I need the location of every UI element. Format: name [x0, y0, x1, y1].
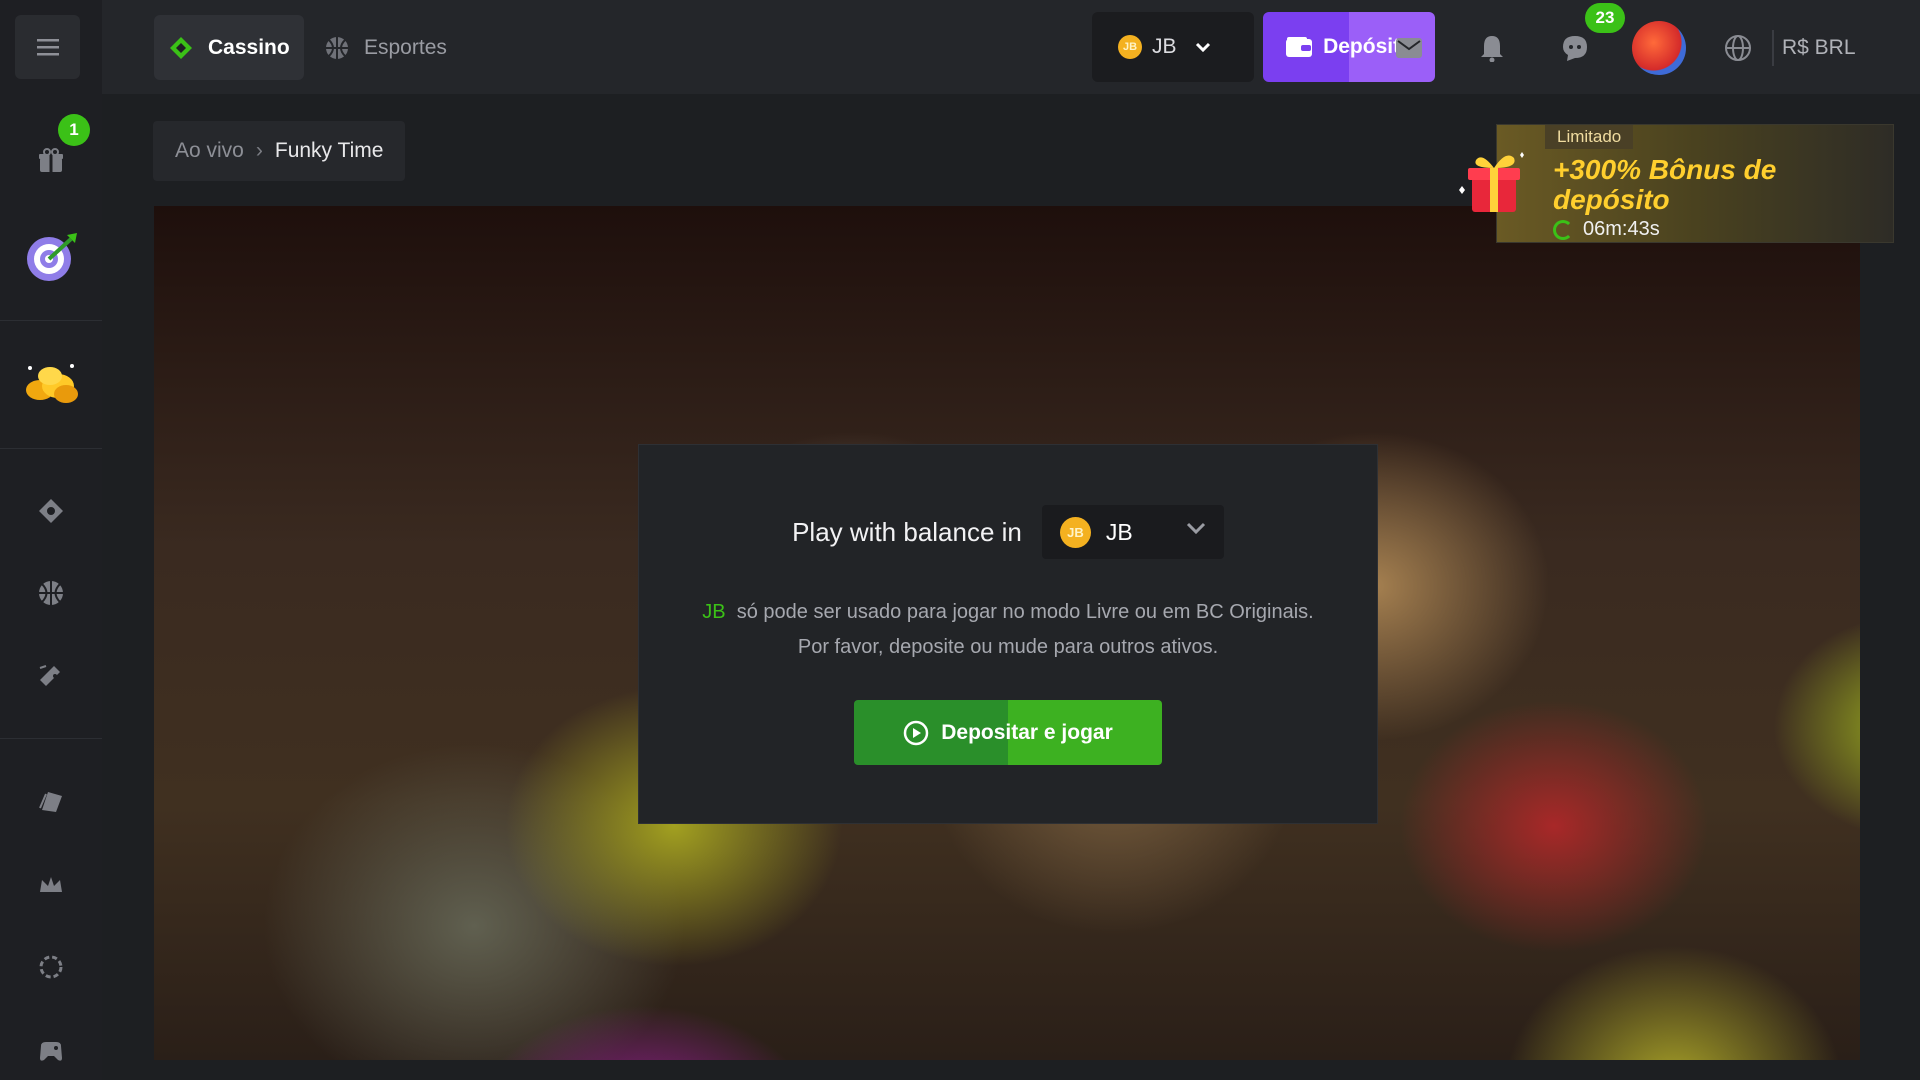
gift-icon [39, 148, 63, 172]
chevron-down-icon [1186, 522, 1205, 534]
promo-title: +300% Bônus de depósito [1553, 154, 1777, 215]
sidebar-item-casino[interactable] [0, 486, 102, 536]
wallet-icon [1286, 37, 1313, 57]
ticket-icon [39, 665, 60, 686]
breadcrumb-current: Funky Time [274, 139, 384, 162]
play-icon [903, 720, 929, 745]
sidebar-item-lottery[interactable] [0, 650, 102, 700]
sports-icon [39, 581, 63, 605]
bell-icon [1481, 36, 1503, 62]
currency-display[interactable]: R$ BRL [1772, 30, 1856, 66]
topbar: Cassino Esportes JB JB Depósito 23 R$ BR… [102, 0, 1920, 94]
sports-tab-icon [326, 36, 348, 59]
gift-box-icon [1459, 152, 1524, 212]
tab-casino-label: Cassino [208, 35, 290, 59]
target-icon [27, 233, 77, 281]
sidebar-item-target[interactable] [0, 220, 102, 294]
crown-icon [40, 877, 62, 892]
bonus-count-badge: 1 [58, 114, 90, 146]
breadcrumb-separator-icon: › [255, 139, 263, 162]
deposit-and-play-button[interactable]: Depositar e jogar [854, 700, 1162, 765]
hamburger-icon [36, 39, 59, 56]
deposit-and-play-label: Depositar e jogar [941, 720, 1113, 744]
promo-timer-value: 06m:43s [1583, 218, 1660, 240]
promo-timer: 06m:43s [1553, 218, 1660, 241]
casino-icon [39, 499, 63, 523]
breadcrumb-live-link[interactable]: Ao vivo [175, 139, 244, 163]
chat-count-badge: 23 [1585, 3, 1625, 33]
notice-text: só pode ser usado para jogar no modo Liv… [736, 601, 1314, 658]
settings-icon [39, 955, 63, 979]
tab-sports-label: Esportes [364, 35, 447, 59]
sidebar-item-vip[interactable] [0, 860, 102, 910]
card-icon [39, 792, 62, 812]
modal-heading: Play with balance in [792, 516, 1022, 547]
sidebar: 1 [0, 0, 102, 1080]
mail-button[interactable] [1389, 28, 1429, 68]
sidebar-item-promotions[interactable] [0, 776, 102, 826]
menu-button[interactable] [15, 15, 80, 79]
language-button[interactable] [1718, 28, 1758, 68]
sidebar-item-games[interactable] [0, 1026, 102, 1076]
sidebar-item-bonus[interactable] [0, 136, 102, 186]
modal-notice: JB só pode ser usado para jogar no modo … [689, 595, 1327, 665]
sidebar-item-sports[interactable] [0, 568, 102, 618]
jb-coin-icon: JB [1059, 516, 1091, 548]
tab-casino[interactable]: Cassino [154, 15, 304, 80]
notice-currency: JB [702, 601, 726, 623]
sidebar-item-rewards[interactable] [0, 346, 102, 420]
coins-icon [26, 364, 78, 403]
notifications-button[interactable] [1472, 28, 1512, 68]
modal-currency-value: JB [1105, 518, 1133, 545]
sidebar-item-settings[interactable] [0, 942, 102, 992]
gamepad-icon [40, 1042, 62, 1061]
timer-ring-icon [1553, 219, 1573, 240]
balance-modal: Play with balance in JB JB JB só pode se… [638, 444, 1378, 824]
modal-currency-select[interactable]: JB JB [1041, 505, 1224, 559]
tab-sports[interactable]: Esportes [310, 15, 461, 80]
breadcrumb: Ao vivo › Funky Time [153, 121, 406, 181]
globe-icon [1725, 35, 1751, 61]
currency-code: JB [1152, 35, 1177, 58]
chevron-down-icon [1195, 42, 1210, 52]
currency-selector[interactable]: JB JB [1092, 12, 1254, 82]
mail-icon [1396, 38, 1422, 58]
deposit-bonus-promo[interactable]: Limitado +300% Bônus de depósito 06m:43s [1496, 124, 1894, 243]
avatar[interactable] [1632, 21, 1686, 75]
chat-icon [1563, 36, 1587, 61]
chat-button[interactable] [1555, 28, 1595, 68]
jb-coin-icon: JB [1118, 35, 1142, 59]
promo-tag: Limitado [1545, 125, 1634, 149]
casino-tab-icon [170, 36, 192, 59]
